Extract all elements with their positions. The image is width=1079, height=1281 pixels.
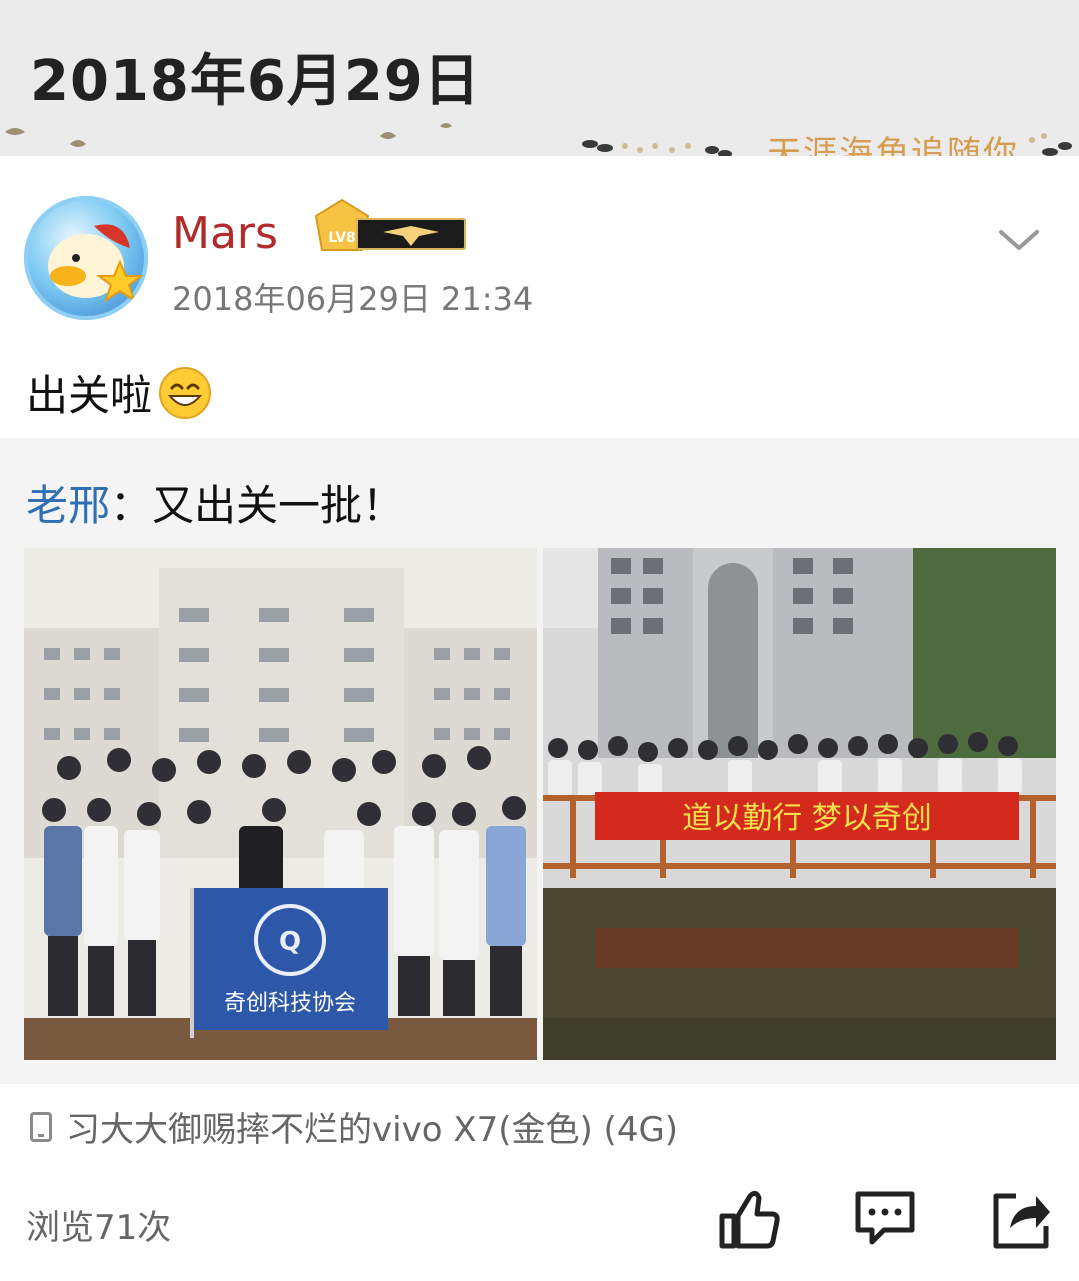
- user-avatar[interactable]: [24, 196, 148, 320]
- level-badge-text: LV8: [328, 230, 356, 246]
- like-icon[interactable]: [716, 1186, 782, 1252]
- quoted-content[interactable]: 老邢：又出关一批！ Q 奇创科技协会 道以勤行 梦以奇创: [0, 438, 1079, 1084]
- flag-text: 奇创科技协会: [224, 991, 356, 1016]
- phone-icon: [30, 1111, 52, 1142]
- comment-icon[interactable]: [852, 1186, 918, 1252]
- photo-1-image: Q 奇创科技协会: [24, 548, 537, 1060]
- duck-icon: [48, 224, 144, 303]
- view-count: 浏览71次: [26, 1208, 172, 1248]
- quote-line: 老邢：又出关一批！: [26, 472, 404, 533]
- photo-2-image: 道以勤行 梦以奇创: [543, 548, 1056, 1060]
- svg-text:Q: Q: [279, 927, 301, 957]
- quote-author[interactable]: 老邢: [26, 481, 110, 530]
- post-text: 出关啦: [26, 362, 212, 423]
- device-text: 习大大御赐摔不烂的vivo X7(金色) (4G): [66, 1110, 679, 1150]
- post-card: Mars LV8 2018年06月29日 21:34 出关啦 老邢：又出关一批！: [0, 156, 1079, 1281]
- quote-separator: ：: [110, 481, 153, 530]
- device-info: 习大大御赐摔不烂的vivo X7(金色) (4G): [30, 1102, 678, 1151]
- photo-group-flag[interactable]: Q 奇创科技协会: [24, 548, 537, 1060]
- chevron-down-icon[interactable]: [997, 226, 1041, 254]
- post-time: 2018年06月29日 21:34: [172, 280, 534, 318]
- grin-emoji-icon: [159, 366, 212, 419]
- post-text-content: 出关啦: [26, 371, 153, 420]
- photo-group-banner[interactable]: 道以勤行 梦以奇创: [543, 548, 1056, 1060]
- date-header: 2018年6月29日 天涯海角追随你: [0, 0, 1079, 174]
- date-heading: 2018年6月29日: [30, 49, 481, 114]
- share-icon[interactable]: [988, 1186, 1054, 1252]
- quote-text: 又出关一批！: [152, 481, 405, 530]
- wings-icon: [383, 226, 439, 246]
- username[interactable]: Mars: [172, 208, 278, 259]
- banner-text: 道以勤行 梦以奇创: [682, 801, 932, 836]
- honor-badge: [356, 218, 466, 250]
